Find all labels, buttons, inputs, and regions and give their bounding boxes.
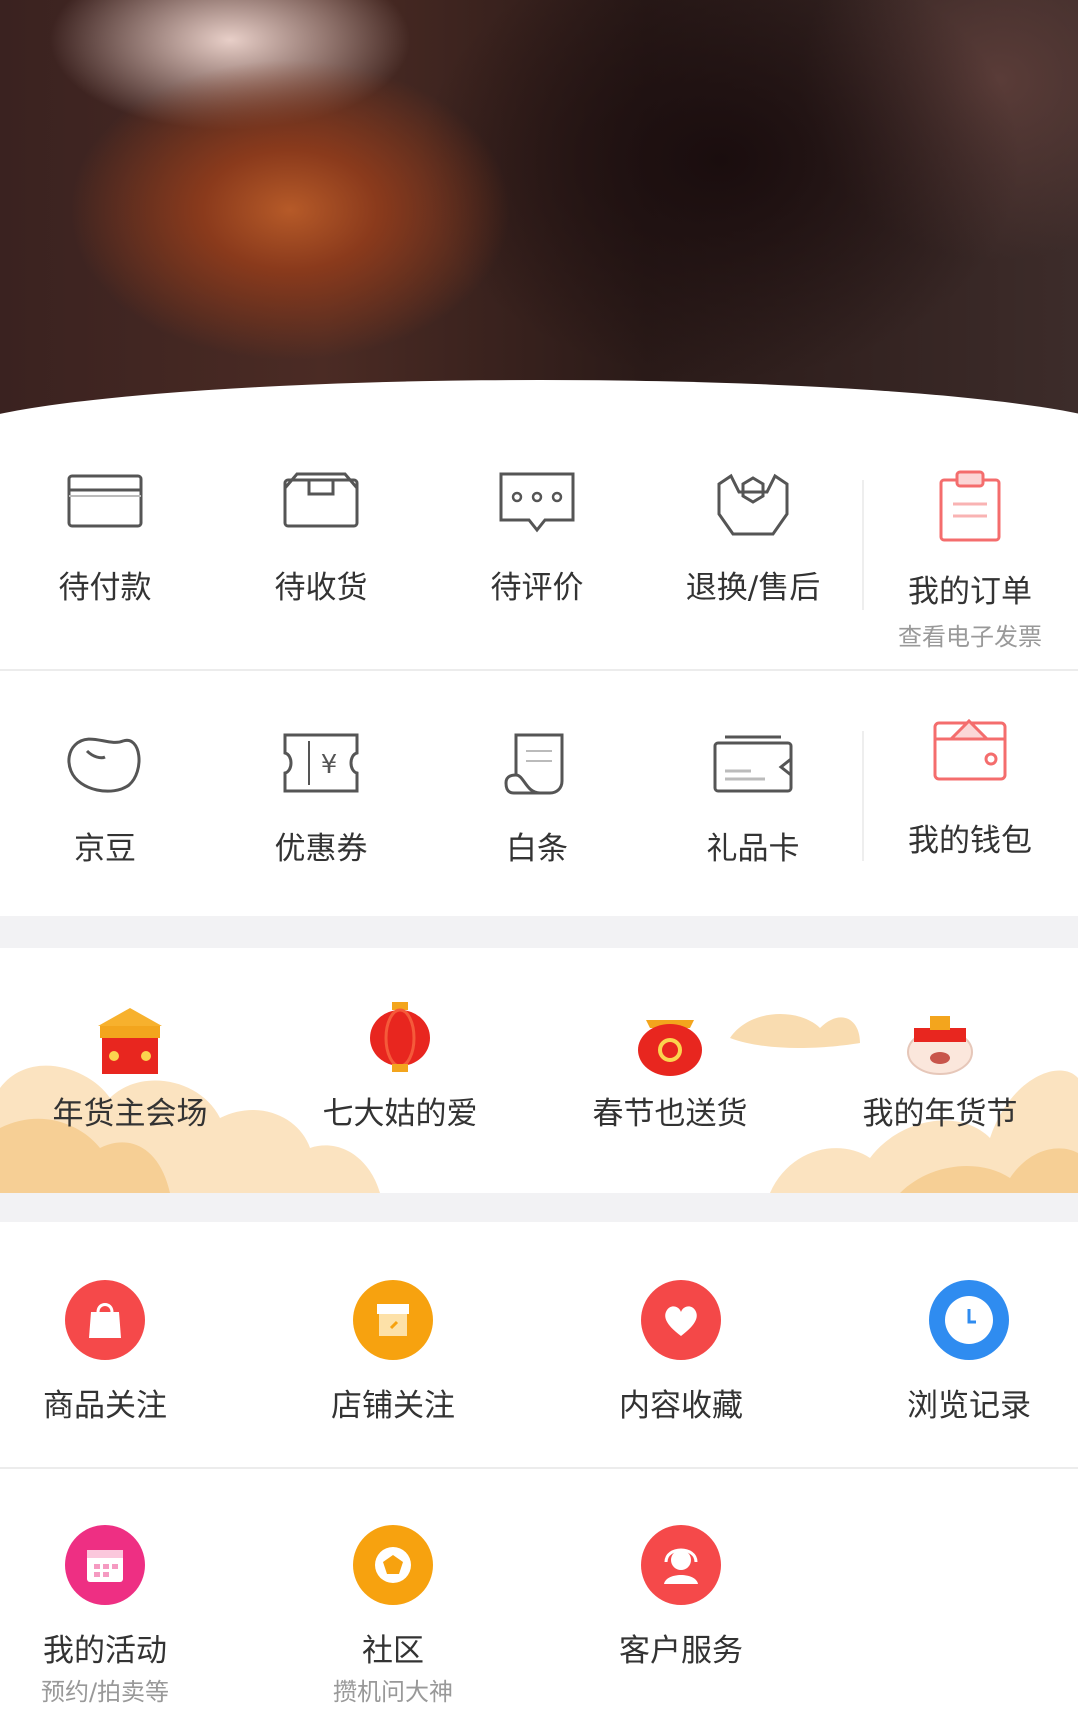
browse-history-button[interactable]: 浏览记录 [894,1280,1044,1425]
order-item-label: 退换/售后 [685,570,821,606]
service-item-sublabel: 预约/拍卖等 [40,1678,170,1706]
section-divider [862,731,864,861]
lucky-bag-icon [570,998,770,1078]
banner-curve [0,380,1078,430]
follow-item-label: 店铺关注 [331,1388,455,1424]
festival-main-venue[interactable]: 年货主会场 [30,998,230,1133]
festival-section: 年货主会场 七大姑的爱 春节也送货 我的年货节 [0,948,1078,1193]
festival-item-label: 年货主会场 [52,1096,208,1132]
order-pending-receipt[interactable]: 待收货 [246,470,396,607]
store-icon [353,1280,433,1360]
community-icon [353,1525,433,1605]
my-wallet-label: 我的钱包 [908,823,1032,859]
e-invoice-link[interactable]: 查看电子发票 [880,617,1060,652]
festival-family-love[interactable]: 七大姑的爱 [300,998,500,1133]
wallet-item-label: 礼品卡 [706,831,800,867]
wallet-item-label: 白条 [506,831,568,867]
service-item-label: 客户服务 [619,1633,743,1669]
content-favorites-button[interactable]: 内容收藏 [606,1280,756,1425]
wallet-item-label: 京豆 [74,831,136,867]
festival-item-label: 春节也送货 [592,1096,748,1132]
service-item-label: 社区 [362,1633,424,1669]
service-item-sublabel: 攒机问大神 [333,1678,453,1706]
section-divider [862,480,864,610]
wallet-jingdou[interactable]: 京豆 [30,731,180,868]
festival-item-label: 我的年货节 [862,1096,1018,1132]
bean-icon [30,731,180,795]
order-item-label: 待收货 [274,570,368,606]
wallet-section: 京豆 ¥ 优惠券 白条 礼品卡 我的钱包 [0,671,1078,916]
dog-mascot-icon [840,998,1040,1078]
order-item-label: 待评价 [490,570,584,606]
wallet-icon [880,715,1060,785]
follow-item-label: 内容收藏 [619,1388,743,1424]
customer-service-button[interactable]: 客户服务 [606,1525,756,1670]
coupon-icon: ¥ [246,731,396,795]
order-item-label: 待付款 [58,570,152,606]
festival-item-label: 七大姑的爱 [322,1096,478,1132]
svg-text:¥: ¥ [321,750,338,780]
order-after-sales[interactable]: 退换/售后 [668,470,838,607]
profile-banner [0,0,1078,430]
scroll-icon [462,731,612,797]
gift-card-icon [678,731,828,795]
shopping-bag-icon [65,1280,145,1360]
order-pending-payment[interactable]: 待付款 [30,470,180,607]
festival-my-festival[interactable]: 我的年货节 [840,998,1040,1133]
product-follow-button[interactable]: 商品关注 [30,1280,180,1425]
follow-item-label: 浏览记录 [907,1388,1031,1424]
lantern-icon [300,998,500,1078]
store-follow-button[interactable]: 店铺关注 [318,1280,468,1425]
wallet-baitiao[interactable]: 白条 [462,731,612,868]
clipboard-icon [880,470,1060,544]
headset-icon [641,1525,721,1605]
wrench-icon [668,470,838,540]
heart-icon [641,1280,721,1360]
wallet-coupons[interactable]: ¥ 优惠券 [246,731,396,868]
my-orders-label: 我的订单 [908,574,1032,610]
order-pending-review[interactable]: 待评价 [462,470,612,607]
wallet-item-label: 优惠券 [274,831,368,867]
card-icon [30,470,180,532]
calendar-icon [65,1525,145,1605]
my-activities-button[interactable]: 我的活动 预约/拍卖等 [30,1525,180,1707]
festival-palace-icon [30,998,230,1078]
wallet-gift-card[interactable]: 礼品卡 [678,731,828,868]
community-button[interactable]: 社区 攒机问大神 [318,1525,468,1707]
box-icon [246,470,396,532]
follow-item-label: 商品关注 [43,1388,167,1424]
follows-section: 商品关注 店铺关注 内容收藏 浏览记录 [0,1222,1078,1467]
comment-icon [462,470,612,536]
service-item-label: 我的活动 [43,1633,167,1669]
festival-delivery[interactable]: 春节也送货 [570,998,770,1133]
my-orders-button[interactable]: 我的订单 查看电子发票 [880,470,1060,652]
my-wallet-button[interactable]: 我的钱包 [880,715,1060,860]
orders-section: 待付款 待收货 待评价 退换/售后 我的订单 查看电子发票 [0,430,1078,670]
services-section: 我的活动 预约/拍卖等 社区 攒机问大神 客户服务 [0,1469,1078,1716]
clock-icon [929,1280,1009,1360]
